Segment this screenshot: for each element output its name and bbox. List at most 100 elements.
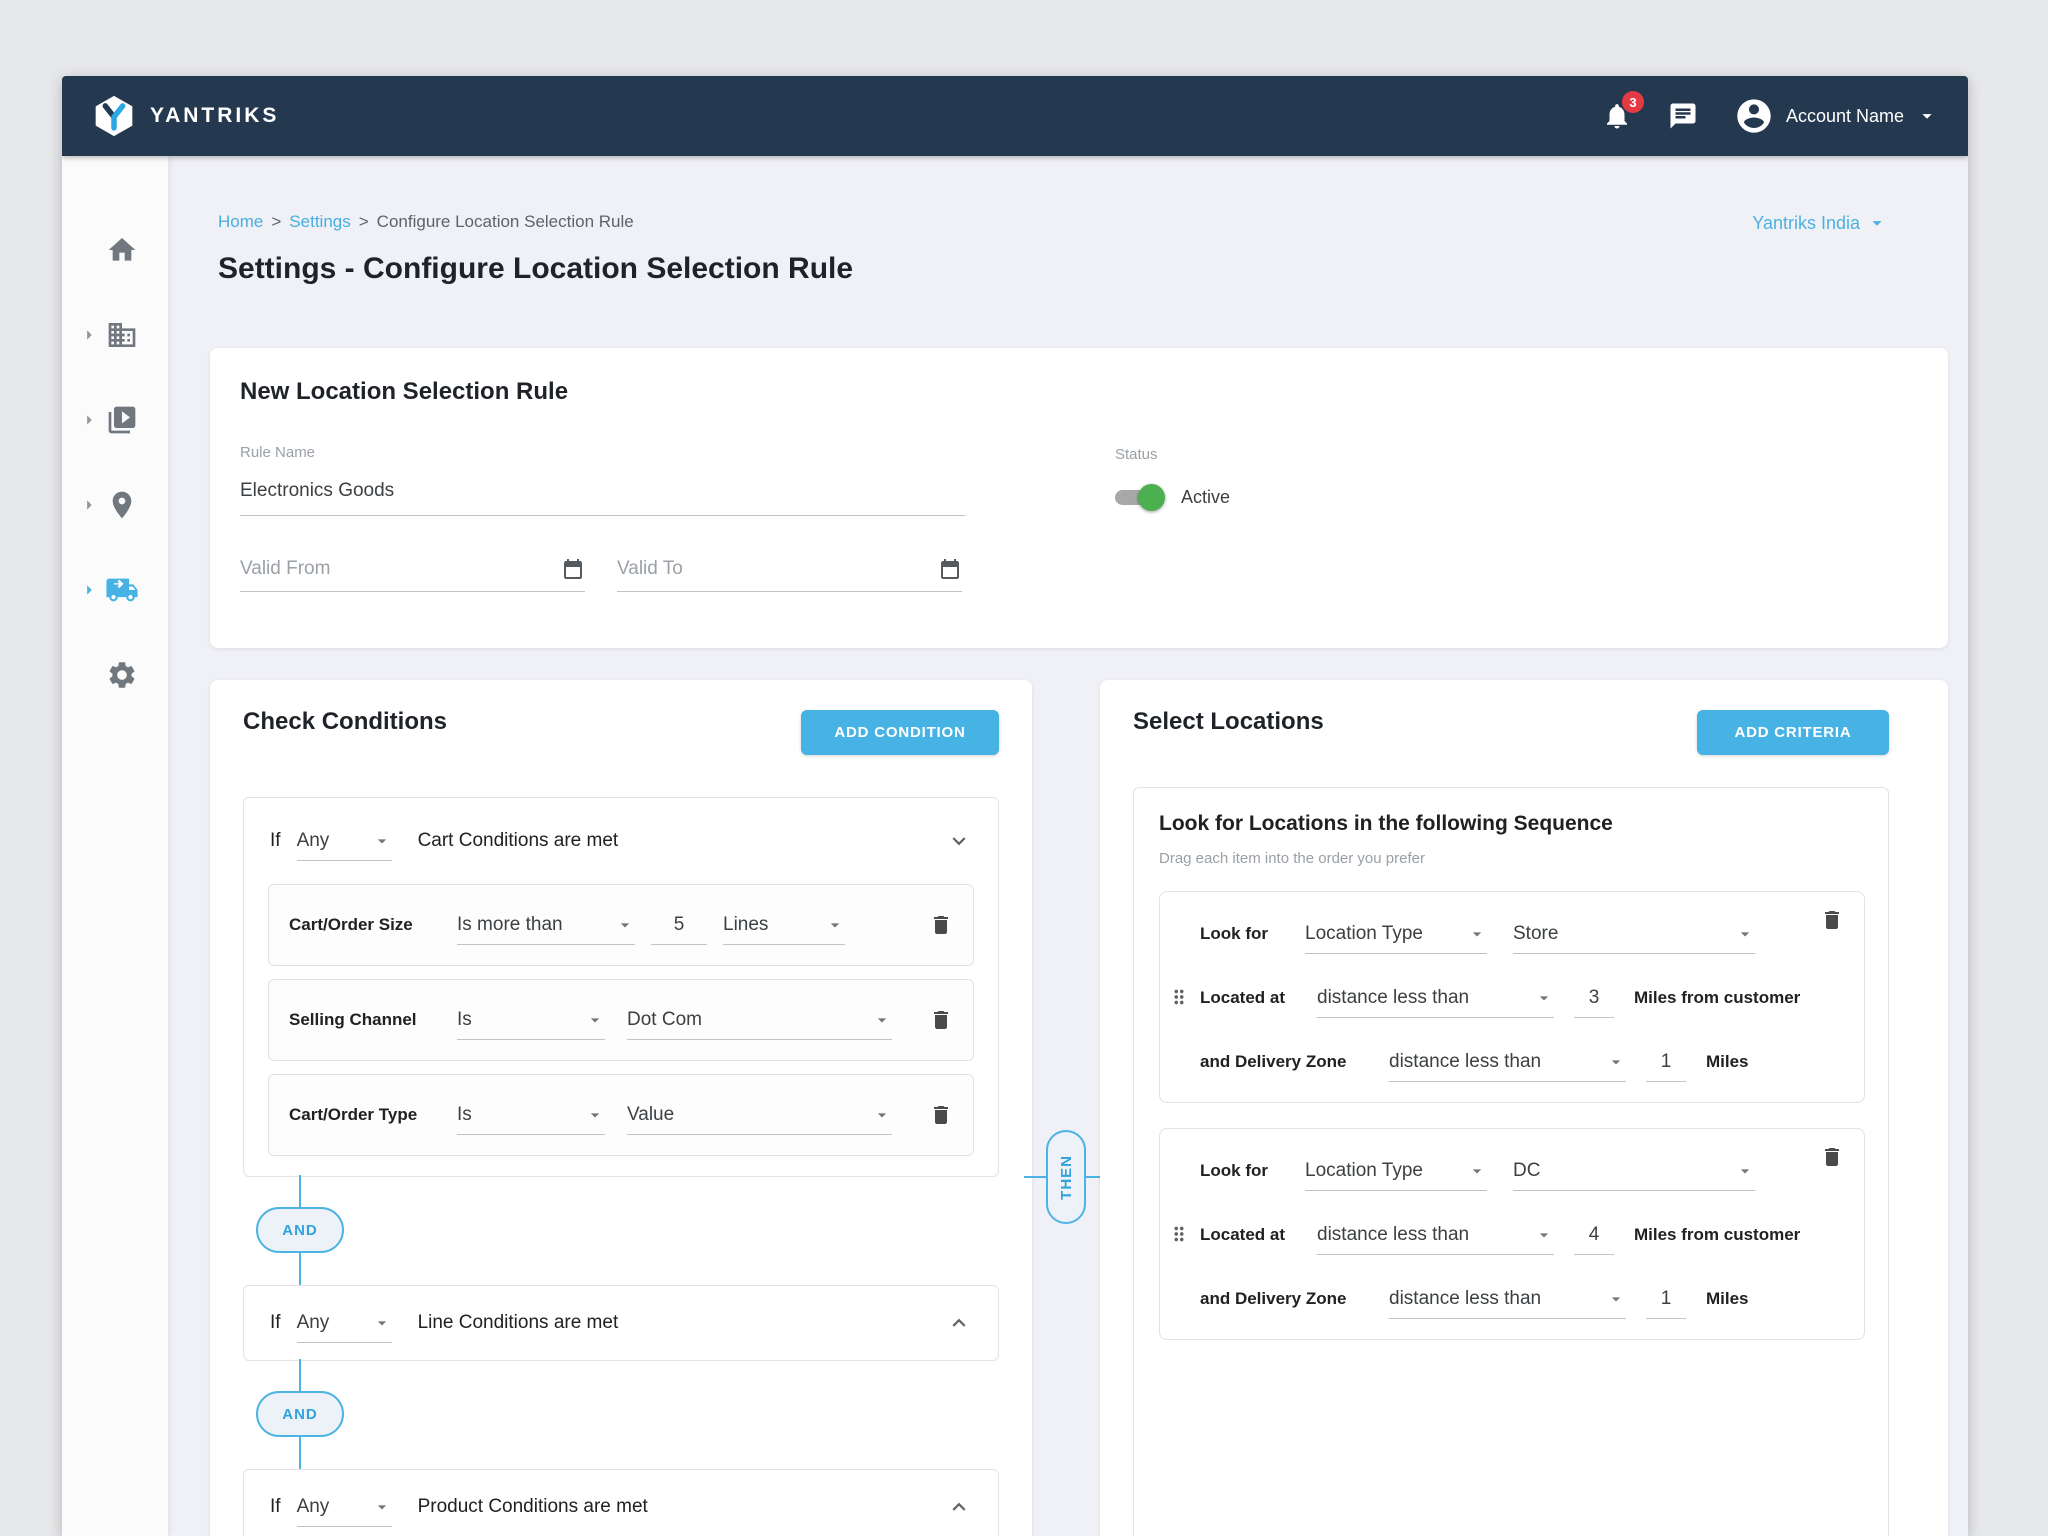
- caret-down-icon: [1534, 1225, 1554, 1245]
- unit-select[interactable]: Lines: [723, 905, 845, 945]
- calendar-icon[interactable]: [561, 557, 585, 581]
- zone-value-input[interactable]: [1646, 1288, 1686, 1318]
- sidebar-item-locations[interactable]: [104, 487, 140, 523]
- location-type-value-select[interactable]: Store: [1513, 914, 1755, 954]
- status-toggle[interactable]: [1115, 490, 1157, 505]
- zone-unit-label: Miles: [1706, 1289, 1749, 1309]
- sidebar-item-fulfillment[interactable]: [104, 572, 140, 608]
- caret-down-icon: [585, 1010, 605, 1030]
- distance-value-field: [1574, 978, 1614, 1018]
- condition-group-product: If Any Product Conditions are met: [243, 1469, 999, 1536]
- sidebar-item-catalog[interactable]: [104, 402, 140, 438]
- messages-button[interactable]: [1668, 101, 1698, 131]
- quantifier-select[interactable]: Any: [297, 1303, 392, 1343]
- condition-group-header: If Any Cart Conditions are met: [244, 798, 998, 884]
- calendar-icon[interactable]: [938, 557, 962, 581]
- value-input[interactable]: [651, 914, 707, 944]
- collapse-button[interactable]: [946, 828, 972, 854]
- sidebar-item-home[interactable]: [104, 232, 140, 268]
- value-select[interactable]: Dot Com: [627, 1000, 892, 1040]
- valid-to-input[interactable]: [617, 558, 938, 580]
- notification-badge: 3: [1622, 91, 1644, 113]
- quantifier-select[interactable]: Any: [297, 821, 392, 861]
- status-toggle-row: Active: [1115, 482, 1230, 512]
- chevron-right-icon: [78, 324, 100, 346]
- expand-button[interactable]: [946, 1494, 972, 1520]
- drag-handle-icon[interactable]: [1168, 986, 1190, 1008]
- caret-down-icon: [615, 915, 635, 935]
- gear-icon: [106, 659, 138, 691]
- check-conditions-panel: Check Conditions ADD CONDITION If Any Ca…: [210, 680, 1032, 1536]
- location-type-select[interactable]: Location Type: [1305, 1151, 1487, 1191]
- chevron-right-icon: [78, 579, 100, 601]
- top-navbar: YANTRIKS 3 Account Name: [62, 76, 1968, 156]
- look-for-label: Look for: [1200, 1161, 1289, 1181]
- org-selector[interactable]: Yantriks India: [1752, 212, 1888, 234]
- located-at-row: Located at distance less than Miles from…: [1200, 966, 1844, 1030]
- main-content: Home>Settings>Configure Location Selecti…: [168, 156, 1968, 1536]
- delete-condition-button[interactable]: [929, 1103, 953, 1127]
- zone-operator-select[interactable]: distance less than: [1389, 1279, 1626, 1319]
- sidebar: [62, 156, 168, 1536]
- valid-from-input[interactable]: [240, 558, 561, 580]
- location-type-select[interactable]: Location Type: [1305, 914, 1487, 954]
- rule-name-input[interactable]: [240, 480, 965, 502]
- valid-to-field: [617, 546, 962, 592]
- distance-operator-select[interactable]: distance less than: [1317, 1215, 1554, 1255]
- caret-down-icon: [872, 1010, 892, 1030]
- location-type-value-select[interactable]: DC: [1513, 1151, 1755, 1191]
- breadcrumb-home-link[interactable]: Home: [218, 212, 263, 231]
- drag-handle-icon[interactable]: [1168, 1223, 1190, 1245]
- if-label: If: [270, 1312, 281, 1334]
- delete-criteria-button[interactable]: [1820, 908, 1844, 937]
- breadcrumb-current: Configure Location Selection Rule: [377, 212, 634, 231]
- delete-criteria-button[interactable]: [1820, 1145, 1844, 1174]
- and-connector: AND: [256, 1207, 344, 1253]
- zone-value-field: [1646, 1279, 1686, 1319]
- sidebar-item-settings[interactable]: [104, 657, 140, 693]
- delete-condition-button[interactable]: [929, 913, 953, 937]
- breadcrumb: Home>Settings>Configure Location Selecti…: [218, 212, 634, 232]
- zone-value-input[interactable]: [1646, 1051, 1686, 1081]
- sequence-title: Look for Locations in the following Sequ…: [1159, 812, 1613, 836]
- operator-select[interactable]: Is: [457, 1095, 605, 1135]
- org-selector-label: Yantriks India: [1752, 213, 1860, 234]
- caret-down-icon: [825, 915, 845, 935]
- caret-down-icon: [872, 1105, 892, 1125]
- distance-value-input[interactable]: [1574, 1224, 1614, 1254]
- delete-condition-button[interactable]: [929, 1008, 953, 1032]
- brand-logo[interactable]: YANTRIKS: [92, 94, 279, 138]
- caret-down-icon: [372, 831, 392, 851]
- sidebar-item-organization[interactable]: [104, 317, 140, 353]
- chevron-up-icon: [946, 1494, 972, 1520]
- distance-operator-select[interactable]: distance less than: [1317, 978, 1554, 1018]
- expand-button[interactable]: [946, 1310, 972, 1336]
- building-icon: [106, 319, 138, 351]
- add-criteria-button[interactable]: ADD CRITERIA: [1697, 710, 1889, 755]
- zone-operator-select[interactable]: distance less than: [1389, 1042, 1626, 1082]
- quantifier-select[interactable]: Any: [297, 1487, 392, 1527]
- rule-form-card: New Location Selection Rule Rule Name St…: [210, 348, 1948, 648]
- condition-group-label: Line Conditions are met: [418, 1312, 619, 1334]
- look-for-row: Look for Location Type Store: [1200, 902, 1844, 966]
- distance-unit-label: Miles from customer: [1634, 1225, 1800, 1245]
- distance-value-input[interactable]: [1574, 987, 1614, 1017]
- breadcrumb-separator: >: [271, 212, 281, 231]
- caret-down-icon: [585, 1105, 605, 1125]
- location-criteria-dc: Look for Location Type DC Located at: [1159, 1128, 1865, 1340]
- caret-down-icon: [1534, 988, 1554, 1008]
- operator-select[interactable]: Is: [457, 1000, 605, 1040]
- breadcrumb-settings-link[interactable]: Settings: [289, 212, 350, 231]
- location-pin-icon: [106, 489, 138, 521]
- condition-field-name: Selling Channel: [289, 1010, 457, 1030]
- value-select[interactable]: Value: [627, 1095, 892, 1135]
- caret-down-icon: [1916, 105, 1938, 127]
- notifications-button[interactable]: 3: [1602, 101, 1632, 131]
- caret-down-icon: [1735, 1161, 1755, 1181]
- operator-select[interactable]: Is more than: [457, 905, 635, 945]
- add-condition-button[interactable]: ADD CONDITION: [801, 710, 999, 755]
- chat-icon: [1668, 101, 1698, 131]
- account-menu[interactable]: Account Name: [1734, 96, 1938, 136]
- zone-unit-label: Miles: [1706, 1052, 1749, 1072]
- check-conditions-title: Check Conditions: [243, 708, 447, 736]
